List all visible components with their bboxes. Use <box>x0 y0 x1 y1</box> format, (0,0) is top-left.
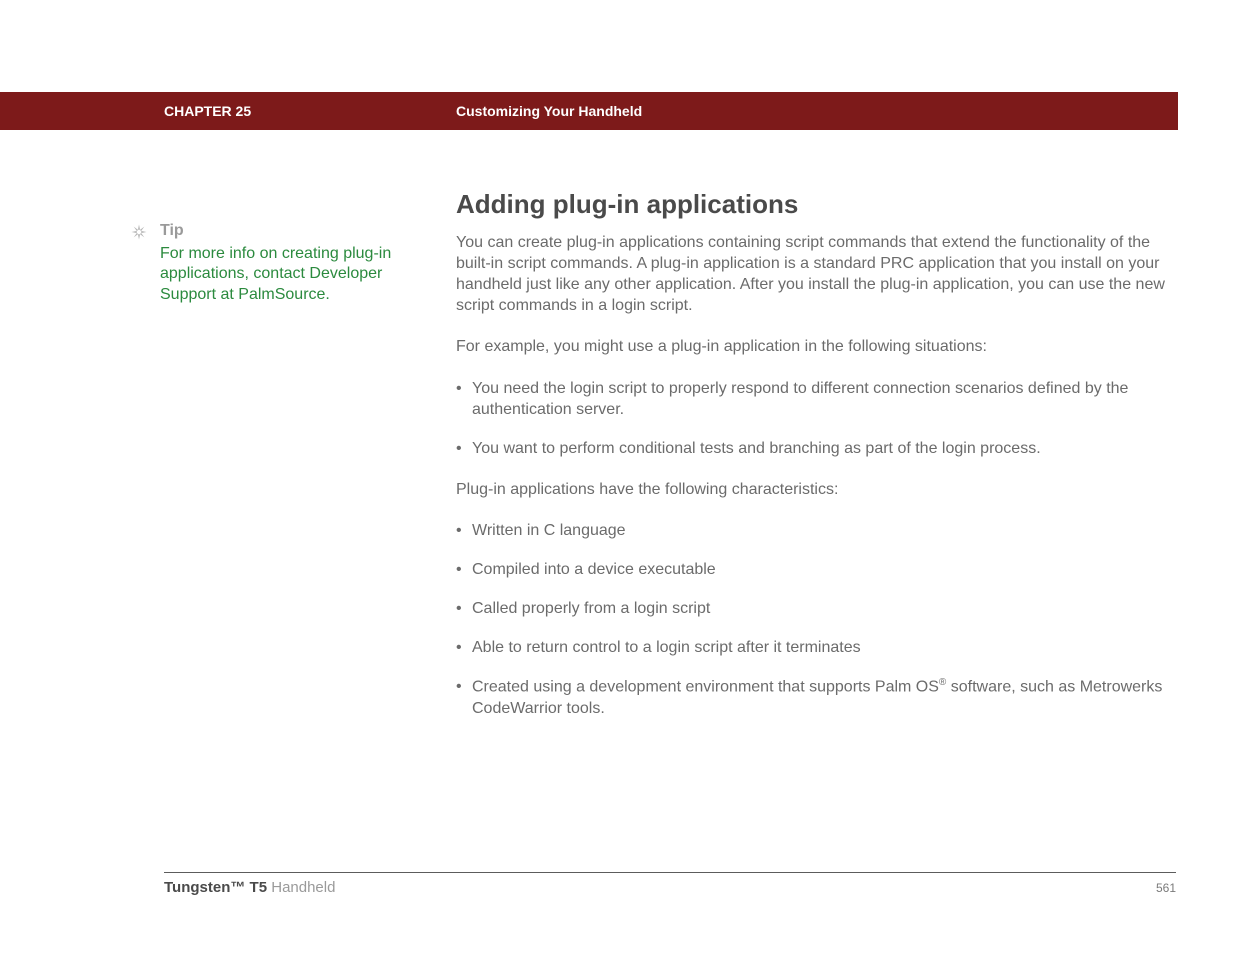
example-intro: For example, you might use a plug-in app… <box>456 336 1174 357</box>
section-heading: Adding plug-in applications <box>456 189 1174 220</box>
list-item: Compiled into a device executable <box>456 559 1174 580</box>
chapter-number: CHAPTER 25 <box>164 103 251 119</box>
asterisk-icon <box>130 223 148 241</box>
list-item: Created using a development environment … <box>456 676 1174 719</box>
characteristics-list: Written in C language Compiled into a de… <box>456 520 1174 719</box>
situations-list: You need the login script to properly re… <box>456 378 1174 459</box>
tip-label: Tip <box>160 222 430 240</box>
chapter-title: Customizing Your Handheld <box>456 103 642 119</box>
page-number: 561 <box>1156 881 1176 895</box>
tip-block: Tip For more info on creating plug-in ap… <box>130 222 430 305</box>
chapter-header-bar: CHAPTER 25 Customizing Your Handheld <box>0 92 1178 130</box>
page-footer: Tungsten™ T5 Handheld 561 <box>164 872 1176 896</box>
main-content: Adding plug-in applications You can crea… <box>456 189 1174 739</box>
tip-sidebar: Tip For more info on creating plug-in ap… <box>130 222 430 305</box>
characteristics-intro: Plug-in applications have the following … <box>456 479 1174 500</box>
product-rest: Handheld <box>267 879 335 896</box>
list-item: Written in C language <box>456 520 1174 541</box>
char-last-prefix: Created using a development environment … <box>472 679 939 696</box>
tip-link-text[interactable]: For more info on creating plug-in applic… <box>160 244 430 305</box>
product-name: Tungsten™ T5 Handheld <box>164 879 335 896</box>
list-item: Able to return control to a login script… <box>456 637 1174 658</box>
list-item: You want to perform conditional tests an… <box>456 438 1174 459</box>
list-item: Called properly from a login script <box>456 598 1174 619</box>
intro-paragraph: You can create plug-in applications cont… <box>456 232 1174 316</box>
list-item: You need the login script to properly re… <box>456 378 1174 420</box>
product-bold: Tungsten™ T5 <box>164 879 267 896</box>
